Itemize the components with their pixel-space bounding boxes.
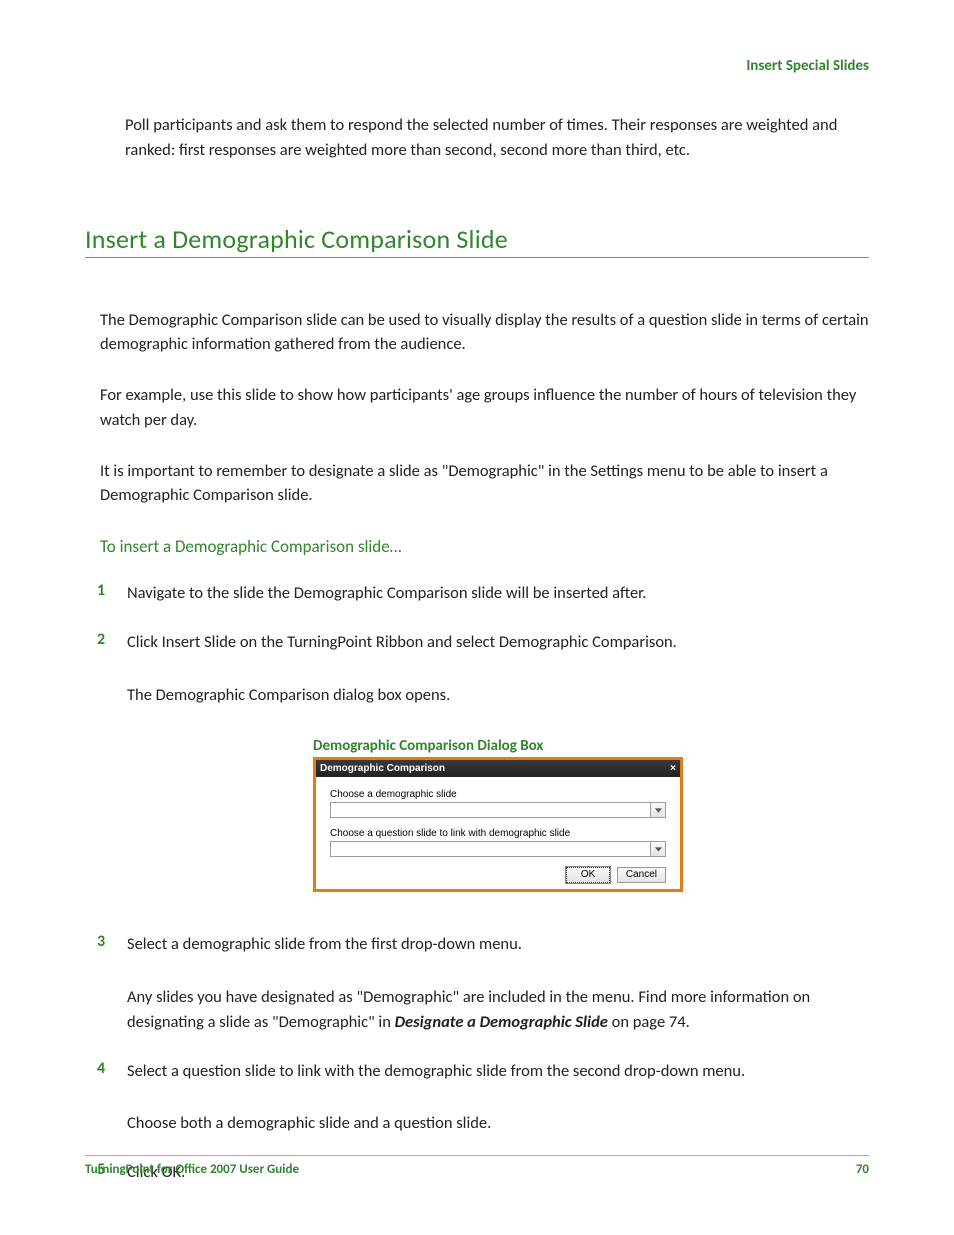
step-number: 4 <box>97 1059 105 1078</box>
step-subtext: The Demographic Comparison dialog box op… <box>127 683 869 708</box>
procedure-heading: To insert a Demographic Comparison slide… <box>100 536 869 557</box>
step-text: Select a question slide to link with the… <box>127 1059 869 1084</box>
body-paragraph: The Demographic Comparison slide can be … <box>100 308 869 358</box>
section-heading: Insert a Demographic Comparison Slide <box>85 223 869 258</box>
step-number: 2 <box>97 630 105 649</box>
intro-paragraph: Poll participants and ask them to respon… <box>125 113 869 163</box>
step-number: 1 <box>97 581 105 600</box>
figure-caption: Demographic Comparison Dialog Box <box>313 737 683 755</box>
step-subtext: Choose both a demographic slide and a qu… <box>127 1111 869 1136</box>
dialog-figure: Demographic Comparison Dialog Box Demogr… <box>127 737 869 892</box>
demographic-slide-combo[interactable] <box>330 802 666 818</box>
step-item: 2 Click Insert Slide on the TurningPoint… <box>85 630 869 893</box>
chevron-down-icon[interactable] <box>650 802 666 818</box>
page-number: 70 <box>856 1162 869 1177</box>
step-text: Click Insert Slide on the TurningPoint R… <box>127 630 869 655</box>
demographic-comparison-dialog: Demographic Comparison × Choose a demogr… <box>313 757 683 892</box>
cross-reference[interactable]: Designate a Demographic Slide <box>395 1012 608 1032</box>
step-number: 3 <box>97 932 105 951</box>
step-text: Navigate to the slide the Demographic Co… <box>127 581 869 606</box>
step-subtext: Any slides you have designated as "Demog… <box>127 985 869 1035</box>
step-item: 1 Navigate to the slide the Demographic … <box>85 581 869 606</box>
body-paragraph: For example, use this slide to show how … <box>100 383 869 433</box>
body-paragraph: It is important to remember to designate… <box>100 459 869 509</box>
close-icon[interactable]: × <box>670 764 676 774</box>
cancel-button[interactable]: Cancel <box>617 867 666 883</box>
page-footer: TurningPoint for Office 2007 User Guide … <box>85 1155 869 1177</box>
combo-label-question: Choose a question slide to link with dem… <box>330 828 666 839</box>
step-item: 4 Select a question slide to link with t… <box>85 1059 869 1137</box>
doc-title: TurningPoint for Office 2007 User Guide <box>85 1162 299 1177</box>
question-slide-combo[interactable] <box>330 841 666 857</box>
combo-label-demographic: Choose a demographic slide <box>330 789 666 800</box>
question-slide-input[interactable] <box>330 841 650 857</box>
breadcrumb: Insert Special Slides <box>85 57 869 75</box>
chevron-down-icon[interactable] <box>650 841 666 857</box>
demographic-slide-input[interactable] <box>330 802 650 818</box>
ok-button[interactable]: OK <box>566 867 610 883</box>
dialog-title: Demographic Comparison <box>320 763 445 774</box>
step-item: 3 Select a demographic slide from the fi… <box>85 932 869 1034</box>
step-text: Select a demographic slide from the firs… <box>127 932 869 957</box>
dialog-titlebar: Demographic Comparison × <box>316 760 680 777</box>
